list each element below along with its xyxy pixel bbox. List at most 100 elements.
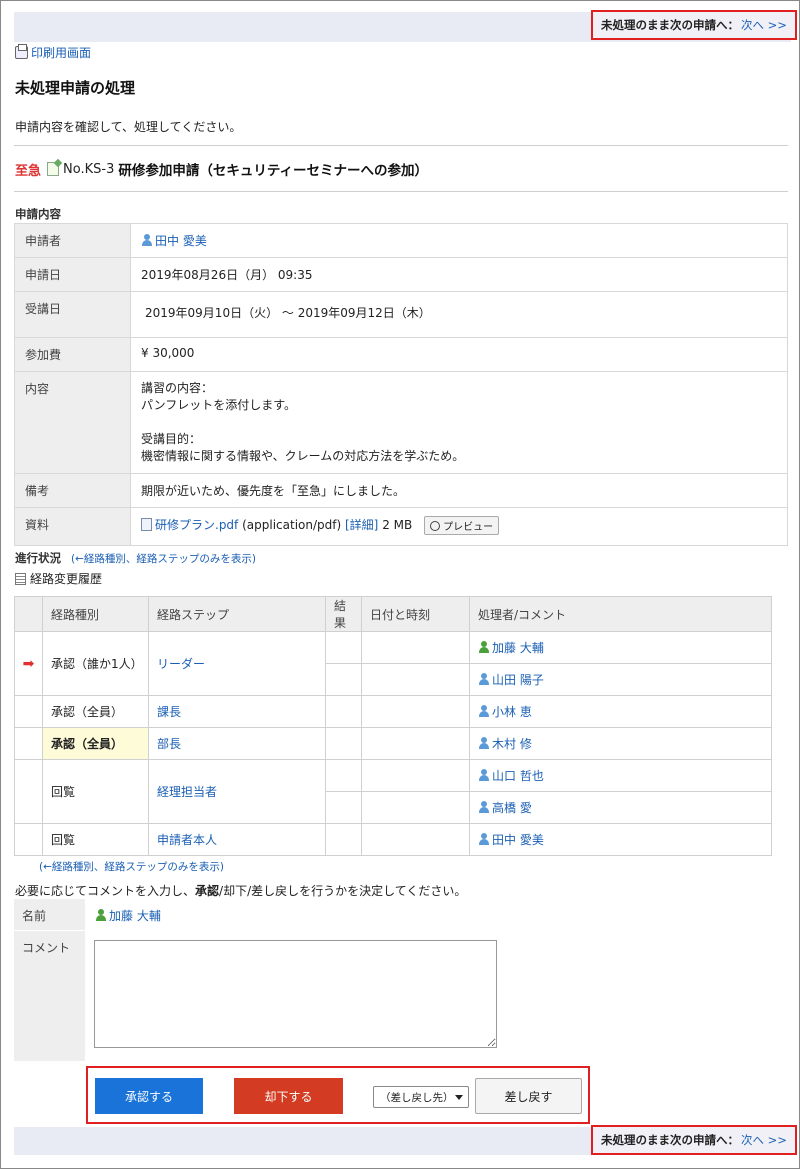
- route-step-link[interactable]: 申請者本人: [157, 833, 217, 847]
- user-icon: [478, 673, 490, 686]
- next-request-box-top: 未処理のまま次の申請へ： 次へ >>: [591, 10, 797, 40]
- processor-link[interactable]: 小林 恵: [492, 705, 532, 719]
- processor-link[interactable]: 高橋 愛: [492, 801, 532, 815]
- preview-label: プレビュー: [443, 522, 494, 533]
- request-title: 至急 No.KS-3 研修参加申請（セキュリティーセミナーへの参加）: [15, 159, 429, 180]
- content-label: 内容: [14, 371, 131, 474]
- return-target-value: （差し戻し先）: [380, 1091, 454, 1104]
- file-detail-link[interactable]: [詳細]: [345, 518, 378, 532]
- table-row: 承認（全員） 課長 小林 恵: [14, 695, 772, 728]
- printer-icon: [15, 44, 28, 59]
- next-request-label: 未処理のまま次の申請へ：: [601, 1133, 739, 1147]
- detail-row-date: 申請日 2019年08月26日（月） 09:35: [14, 257, 788, 292]
- fee-label: 参加費: [14, 337, 131, 372]
- request-details-table: 申請者 田中 愛美 申請日 2019年08月26日（月） 09:35 受講日 2…: [14, 223, 788, 546]
- col-datetime: 日付と時刻: [361, 596, 470, 632]
- divider: [14, 145, 788, 146]
- approve-button[interactable]: 承認する: [95, 1078, 203, 1114]
- user-icon: [478, 769, 490, 782]
- detail-row-fee: 参加費 ¥ 30,000: [14, 337, 788, 372]
- detail-row-file: 資料 研修プラン.pdf (application/pdf) [詳細] 2 MB…: [14, 507, 788, 546]
- pdf-file-icon: [141, 518, 152, 531]
- route-history-link[interactable]: 経路変更履歴: [15, 570, 102, 587]
- user-icon: [478, 737, 490, 750]
- route-type: 承認（誰か1人）: [42, 631, 149, 696]
- col-result: 結果: [325, 596, 362, 632]
- progress-title: 進行状況: [15, 551, 61, 565]
- user-icon: [478, 705, 490, 718]
- file-type: (application/pdf): [242, 518, 342, 532]
- detail-row-course-date: 受講日 2019年09月10日（火） 〜 2019年09月12日（木）: [14, 291, 788, 338]
- route-table: 経路種別 経路ステップ 結果 日付と時刻 処理者/コメント ➡ 承認（誰か1人）…: [14, 596, 772, 856]
- magnifier-icon: [430, 520, 441, 531]
- route-type: 回覧: [42, 759, 149, 824]
- preview-button[interactable]: プレビュー: [424, 516, 500, 535]
- print-view-link[interactable]: 印刷用画面: [15, 44, 91, 61]
- return-button[interactable]: 差し戻す: [475, 1078, 582, 1114]
- urgent-badge: 至急: [15, 163, 42, 179]
- route-step-link[interactable]: 課長: [157, 705, 181, 719]
- content-line: 機密情報に関する情報や、クレームの対応方法を学ぶため。: [141, 449, 465, 463]
- next-request-link[interactable]: 次へ >>: [741, 17, 787, 33]
- name-value-link[interactable]: 加藤 大輔: [109, 909, 161, 923]
- detail-row-note: 備考 期限が近いため、優先度を「至急」にしました。: [14, 473, 788, 508]
- comment-textarea[interactable]: [94, 940, 497, 1048]
- detail-row-applicant: 申請者 田中 愛美: [14, 223, 788, 258]
- progress-header: 進行状況 (←経路種別、経路ステップのみを表示): [15, 550, 256, 566]
- user-icon: [478, 833, 490, 846]
- route-step-link[interactable]: リーダー: [157, 657, 205, 671]
- route-type-current: 承認（全員）: [42, 727, 149, 760]
- request-number: No.KS-3: [63, 161, 115, 177]
- table-row: 回覧 申請者本人 田中 愛美: [14, 823, 772, 856]
- current-step-arrow-icon: ➡: [22, 655, 35, 672]
- next-request-box-bottom: 未処理のまま次の申請へ： 次へ >>: [591, 1125, 797, 1155]
- user-icon: [478, 641, 490, 654]
- course-date-label: 受講日: [14, 291, 131, 338]
- name-label: 名前: [14, 899, 85, 930]
- comment-label: コメント: [14, 931, 85, 1061]
- route-toggle-link[interactable]: (←経路種別、経路ステップのみを表示): [71, 551, 256, 566]
- file-link[interactable]: 研修プラン.pdf: [155, 518, 238, 532]
- processor-link[interactable]: 山口 哲也: [492, 769, 544, 783]
- return-target-select[interactable]: （差し戻し先）: [373, 1086, 469, 1108]
- route-toggle-link-bottom[interactable]: (←経路種別、経路ステップのみを表示): [39, 859, 224, 874]
- divider: [14, 191, 788, 192]
- processor-link[interactable]: 田中 愛美: [492, 833, 544, 847]
- print-view-label: 印刷用画面: [31, 46, 92, 60]
- processor-link[interactable]: 山田 陽子: [492, 673, 544, 687]
- user-icon: [95, 909, 107, 922]
- route-header-row: 経路種別 経路ステップ 結果 日付と時刻 処理者/コメント: [14, 596, 772, 632]
- user-icon: [141, 234, 153, 247]
- decision-prompt: 必要に応じてコメントを入力し、承認/却下/差し戻しを行うかを決定してください。: [15, 884, 467, 898]
- details-section-title: 申請内容: [15, 207, 61, 221]
- col-route-type: 経路種別: [42, 596, 149, 632]
- processor-link[interactable]: 加藤 大輔: [492, 641, 544, 655]
- date-value: 2019年08月26日（月） 09:35: [130, 257, 788, 292]
- file-size: 2 MB: [382, 518, 413, 532]
- processor-link[interactable]: 木村 修: [492, 737, 532, 751]
- col-processor: 処理者/コメント: [469, 596, 772, 632]
- date-label: 申請日: [14, 257, 131, 292]
- content-line: 講習の内容：: [141, 381, 214, 395]
- file-label: 資料: [14, 507, 131, 546]
- action-buttons: 承認する 却下する （差し戻し先） 差し戻す: [86, 1066, 590, 1124]
- list-icon: [15, 572, 26, 585]
- page-frame: 未処理のまま次の申請へ： 次へ >> 印刷用画面 未処理申請の処理 申請内容を確…: [0, 0, 800, 1169]
- route-step-link[interactable]: 部長: [157, 737, 181, 751]
- content-line: 受講目的：: [141, 432, 202, 446]
- next-request-label: 未処理のまま次の申請へ：: [601, 18, 739, 32]
- route-type: 承認（全員）: [42, 695, 149, 728]
- col-route-step: 経路ステップ: [148, 596, 326, 632]
- page-title: 未処理申請の処理: [15, 79, 136, 97]
- applicant-link[interactable]: 田中 愛美: [155, 234, 207, 248]
- fee-value: ¥ 30,000: [130, 337, 788, 372]
- request-name: 研修参加申請（セキュリティーセミナーへの参加）: [118, 163, 429, 179]
- note-value: 期限が近いため、優先度を「至急」にしました。: [130, 473, 788, 508]
- next-request-link[interactable]: 次へ >>: [741, 1132, 787, 1148]
- route-step-link[interactable]: 経理担当者: [157, 785, 217, 799]
- content-line: パンフレットを添付します。: [141, 398, 297, 412]
- route-type: 回覧: [42, 823, 149, 856]
- intro-text: 申請内容を確認して、処理してください。: [15, 120, 242, 134]
- table-row: 承認（全員） 部長 木村 修: [14, 727, 772, 760]
- reject-button[interactable]: 却下する: [234, 1078, 343, 1114]
